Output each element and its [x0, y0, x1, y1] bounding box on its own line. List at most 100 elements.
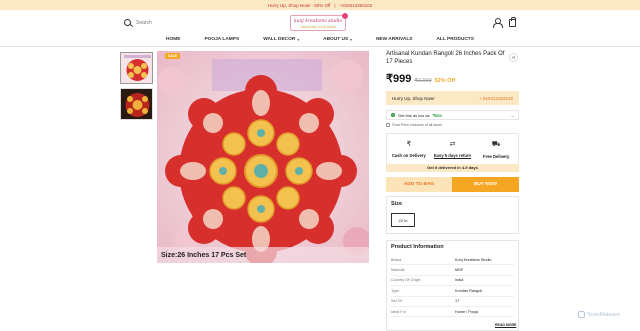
info-row: Type Kundan Rangoli: [391, 286, 514, 297]
info-row: Country Of Origin India: [391, 276, 514, 287]
promo-separator: |: [334, 2, 336, 8]
feature-easy-5-days-return[interactable]: ⇄ Easy 5 days return: [431, 134, 475, 164]
info-row: Ideal For Home / Pooja: [391, 307, 514, 318]
share-icon[interactable]: ⋖: [509, 53, 518, 62]
truck-icon: ⛟: [491, 140, 501, 148]
final-price-text: Final Price inclusive of all taxes: [392, 123, 442, 127]
feature-label: Free Delivery: [483, 153, 510, 159]
product-price: ₹999: [386, 73, 412, 85]
size-option-22in[interactable]: 22 In: [391, 213, 415, 227]
info-checkbox: [386, 123, 390, 127]
info-value: MDF: [455, 268, 464, 273]
feature-cash-on-delivery: ₹ Cash on Delivery: [387, 134, 431, 164]
offer-prefix: Get this as low as: [398, 112, 430, 118]
info-value: Kunj Kreations Studio: [455, 257, 492, 262]
promo-bar: Hurry Up, Shop Now! - 50% Off | +9184123…: [0, 0, 640, 10]
chevron-down-icon[interactable]: ⌄: [511, 113, 514, 118]
nav-item-home[interactable]: HOME: [154, 34, 192, 45]
info-value: 17: [455, 299, 460, 304]
delivery-note: Get it delivered in 4-9 days: [386, 164, 519, 172]
feature-label: Easy 5 days return: [433, 153, 472, 158]
logo-text: kunj kreations studio: [293, 19, 343, 24]
info-row: Set Of 17: [391, 297, 514, 307]
feature-free-delivery: ⛟ Free Delivery: [474, 134, 518, 164]
product-title: Artisanal Kundan Rangoli 26 Inches Pack …: [386, 51, 505, 65]
nav-item-all-products[interactable]: ALL PRODUCTS: [424, 34, 486, 45]
nav-item-label: ALL PRODUCTS: [436, 37, 474, 42]
search-icon[interactable]: [124, 19, 131, 26]
price-row: ₹999 ₹2,099 52% Off: [386, 72, 455, 85]
info-key: Country Of Origin: [391, 278, 421, 283]
chevron-down-icon: ▾: [350, 37, 352, 42]
heart-icon: [342, 13, 348, 19]
check-icon: ✓: [391, 113, 395, 117]
thumbnail-strip: [120, 52, 153, 124]
return-icon: ⇄: [449, 141, 456, 148]
site-logo[interactable]: kunj kreations studio TREASURE YOUR HOME: [290, 13, 348, 31]
logo-tagline: TREASURE YOUR HOME: [300, 25, 336, 29]
nav-item-wall-decor[interactable]: WALL DECOR ▾: [251, 34, 311, 45]
product-main-image[interactable]: [157, 51, 369, 263]
info-value: Kundan Rangoli: [455, 288, 483, 293]
user-icon[interactable]: [493, 18, 503, 28]
chevron-down-icon: ▾: [297, 37, 300, 42]
info-key: Set Of: [391, 299, 402, 304]
buy-now-button[interactable]: BUY NOW: [452, 177, 519, 192]
rupee-icon: ₹: [406, 141, 412, 148]
final-price-note: Final Price inclusive of all taxes: [386, 123, 442, 127]
feature-label: Cash on Delivery: [391, 153, 426, 158]
nav-item-about-us[interactable]: ABOUT US ▾: [311, 34, 364, 45]
product-info: Artisanal Kundan Rangoli 26 Inches Pack …: [386, 50, 519, 66]
size-selector: Size 22 In: [386, 196, 519, 234]
info-key: Type: [391, 288, 400, 293]
offer-row[interactable]: ✓ Get this as low as ₹850 ⌄: [386, 110, 519, 120]
thumbnail-2[interactable]: [120, 88, 153, 120]
nav-item-new-arrivals[interactable]: NEW ARRIVALS: [364, 34, 425, 45]
sale-badge: SALE: [165, 53, 181, 59]
info-key: Material: [391, 268, 405, 273]
nav-item-label: WALL DECOR: [263, 37, 296, 42]
offer-price: ₹850: [432, 112, 442, 118]
info-row: Material MDF: [391, 265, 514, 276]
info-row: Brand Kunj Kreations Studio: [391, 255, 514, 266]
hurry-phone[interactable]: + 918412363102: [479, 96, 513, 101]
hurry-text: Hurry Up, Shop Now!: [392, 95, 435, 101]
search-input[interactable]: Search: [136, 20, 152, 26]
header-divider: [0, 46, 640, 47]
site-header: Search kunj kreations studio TREASURE YO…: [0, 10, 640, 34]
info-key: Brand: [391, 257, 402, 262]
promo-phone[interactable]: +918412363102: [340, 3, 373, 8]
main-nav: HOME POOJA LAMPS WALL DECOR ▾ ABOUT US ▾ NEW A…: [0, 34, 640, 45]
rangoli-product-image: [157, 51, 369, 263]
product-information: Product Information Brand Kunj Kreations …: [386, 240, 519, 331]
nav-item-label: POOJA LAMPS: [204, 37, 240, 42]
feature-boxes: ₹ Cash on Delivery ⇄ Easy 5 days return ⛟ Fre…: [386, 133, 519, 165]
product-information-title: Product Information: [391, 244, 444, 250]
hurry-banner: Hurry Up, Shop Now! + 918412363102: [386, 91, 519, 105]
purchase-buttons: ADD TO BAG BUY NOW: [386, 177, 519, 192]
info-value: India: [455, 278, 464, 283]
nav-item-label: HOME: [166, 37, 181, 42]
shield-icon: [578, 311, 585, 318]
rangoli-thumbnail-image: [121, 89, 152, 119]
info-value: Home / Pooja: [455, 309, 479, 314]
cart-icon[interactable]: [509, 17, 516, 27]
nav-item-label: ABOUT US: [323, 37, 349, 42]
nav-item-pooja-lamps[interactable]: POOJA LAMPS: [192, 34, 251, 45]
product-mrp: ₹2,099: [414, 78, 432, 84]
search-box[interactable]: Search: [124, 19, 152, 26]
image-caption: Size:26 Inches 17 Pcs Set: [161, 252, 247, 259]
thumbnail-1[interactable]: [120, 52, 153, 84]
add-to-bag-button[interactable]: ADD TO BAG: [386, 177, 452, 192]
watermark-text: ScanMalware: [587, 311, 621, 318]
nav-item-label: NEW ARRIVALS: [375, 37, 413, 42]
product-information-rows: Brand Kunj Kreations Studio Material MDF Cou…: [391, 255, 514, 318]
header-icons: [493, 17, 516, 28]
info-key: Ideal For: [391, 309, 406, 314]
discount-badge: 52% Off: [434, 78, 456, 84]
size-label: Size: [391, 201, 403, 207]
rangoli-thumbnail-image: [121, 53, 152, 83]
promo-text: Hurry Up, Shop Now! - 50% Off: [267, 2, 331, 8]
watermark: ScanMalware: [578, 311, 620, 318]
read-more-link[interactable]: READ MORE: [495, 323, 516, 327]
